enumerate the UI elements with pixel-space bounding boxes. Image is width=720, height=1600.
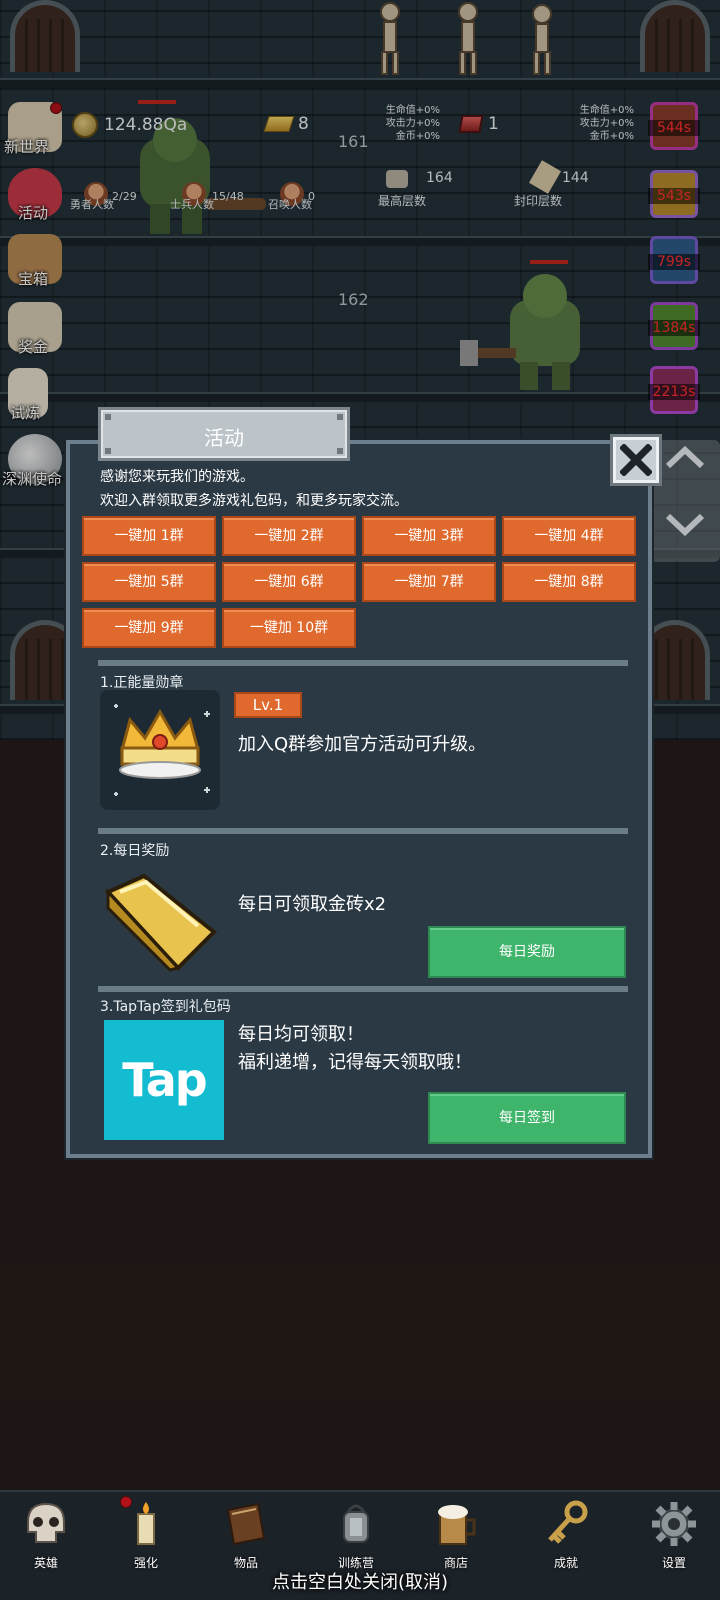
section-title: 1.正能量勋章 — [100, 675, 184, 691]
dialog-title: 活动 — [204, 426, 244, 450]
nav-achievements[interactable]: 成就 — [526, 1496, 606, 1576]
join-group-5-button[interactable]: 一键加 5群 — [82, 562, 216, 602]
taptap-logo-text: Tap — [122, 1053, 207, 1107]
medal-description: 加入Q群参加官方活动可升级。 — [238, 734, 487, 755]
tap-outside-close-hint[interactable]: 点击空白处关闭(取消) — [0, 1568, 720, 1594]
join-group-10-button[interactable]: 一键加 10群 — [222, 608, 356, 648]
join-group-1-button[interactable]: 一键加 1群 — [82, 516, 216, 556]
section-title: 3.TapTap签到礼包码 — [100, 999, 231, 1015]
key-icon — [548, 1500, 588, 1544]
join-group-8-button[interactable]: 一键加 8群 — [502, 562, 636, 602]
nav-training-camp[interactable]: 训练营 — [316, 1496, 396, 1576]
daily-checkin-button[interactable]: 每日签到 — [428, 1092, 626, 1144]
daily-reward-text: 每日可领取金砖x2 — [238, 894, 387, 915]
rivet — [337, 414, 343, 420]
join-group-7-button[interactable]: 一键加 7群 — [362, 562, 496, 602]
section-divider — [98, 828, 628, 834]
join-group-6-button[interactable]: 一键加 6群 — [222, 562, 356, 602]
rivet — [105, 414, 111, 420]
crown-icon — [114, 704, 210, 796]
gold-brick-icon — [104, 873, 217, 972]
beer-mug-icon — [438, 1505, 476, 1545]
book-icon — [226, 1502, 266, 1546]
notification-dot — [120, 1496, 132, 1508]
lantern-icon — [343, 1504, 369, 1543]
join-group-9-button[interactable]: 一键加 9群 — [82, 608, 216, 648]
close-button[interactable] — [610, 434, 662, 486]
level-badge: Lv.1 — [234, 692, 302, 718]
nav-settings[interactable]: 设置 — [634, 1496, 714, 1576]
taptap-logo: Tap — [104, 1020, 224, 1140]
dialog-title-tab: 活动 — [98, 407, 350, 461]
close-icon — [620, 444, 652, 476]
skull-icon — [27, 1502, 65, 1543]
candle-icon — [137, 1502, 155, 1545]
join-group-2-button[interactable]: 一键加 2群 — [222, 516, 356, 556]
section-title: 2.每日奖励 — [100, 843, 170, 859]
medal-icon-frame — [100, 690, 220, 810]
nav-items[interactable]: 物品 — [206, 1496, 286, 1576]
section-divider — [98, 986, 628, 992]
nav-upgrade[interactable]: 强化 — [106, 1496, 186, 1576]
intro-text: 感谢您来玩我们的游戏。 — [100, 469, 254, 485]
taptap-text: 每日均可领取！ — [238, 1024, 364, 1045]
daily-reward-button[interactable]: 每日奖励 — [428, 926, 626, 978]
taptap-text: 福利递增，记得每天领取哦！ — [238, 1052, 472, 1073]
join-group-4-button[interactable]: 一键加 4群 — [502, 516, 636, 556]
section-divider — [98, 660, 628, 666]
gear-icon — [652, 1502, 696, 1546]
join-group-3-button[interactable]: 一键加 3群 — [362, 516, 496, 556]
intro-text: 欢迎入群领取更多游戏礼包码，和更多玩家交流。 — [100, 493, 408, 509]
nav-shop[interactable]: 商店 — [416, 1496, 496, 1576]
nav-heroes[interactable]: 英雄 — [6, 1496, 86, 1576]
